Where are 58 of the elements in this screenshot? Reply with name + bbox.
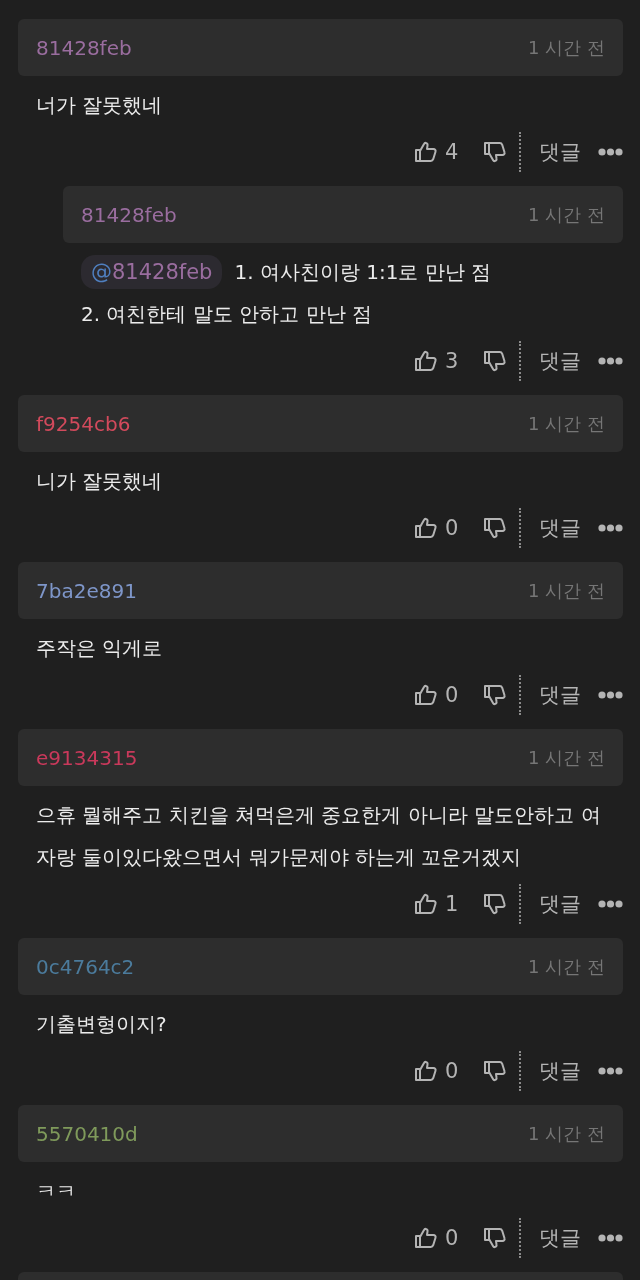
timestamp: 1 시간 전: [528, 1121, 605, 1146]
thumbs-up-icon[interactable]: [414, 1226, 438, 1250]
reply-button[interactable]: 댓글: [539, 138, 581, 166]
comment-text: ㅋㅋ: [35, 1178, 77, 1205]
comment-text: 니가 잘못했네: [35, 468, 164, 495]
comment-text: 주작은 익게로: [35, 635, 164, 662]
username[interactable]: 81428feb: [36, 35, 132, 60]
username[interactable]: 5570410d: [36, 1121, 138, 1146]
more-icon[interactable]: [598, 900, 623, 908]
username[interactable]: 0c4764c2: [36, 954, 135, 979]
like-count: 1: [445, 892, 459, 916]
username[interactable]: 7ba2e891: [36, 578, 137, 603]
reply-button[interactable]: 댓글: [539, 514, 581, 542]
timestamp: 1 시간 전: [528, 745, 605, 770]
more-icon[interactable]: [598, 1234, 623, 1242]
comment-text: 너가 잘못했네: [35, 92, 164, 119]
like-count: 3: [445, 349, 459, 373]
thumbs-up-icon[interactable]: [414, 683, 438, 707]
like-count: 0: [445, 1226, 459, 1250]
thumbs-down-icon[interactable]: [483, 140, 507, 164]
thumbs-up-icon[interactable]: [414, 516, 438, 540]
timestamp: 1 시간 전: [528, 411, 605, 436]
more-icon[interactable]: [598, 691, 623, 699]
like-count: 4: [445, 140, 459, 164]
reply-button[interactable]: 댓글: [539, 347, 581, 375]
thumbs-down-icon[interactable]: [483, 516, 507, 540]
thumbs-up-icon[interactable]: [414, 140, 438, 164]
timestamp: 1 시간 전: [528, 954, 605, 979]
comment-text: 기출변형이지?: [35, 1011, 168, 1038]
thumbs-up-icon[interactable]: [414, 349, 438, 373]
thumbs-down-icon[interactable]: [483, 1226, 507, 1250]
username[interactable]: 81428feb: [81, 202, 177, 227]
like-count: 0: [445, 1059, 459, 1083]
more-icon[interactable]: [598, 524, 623, 532]
timestamp: 1 시간 전: [528, 202, 605, 227]
like-count: 0: [445, 516, 459, 540]
comment-text: 2. 여친한테 말도 안하고 만난 점: [81, 301, 372, 328]
reply-button[interactable]: 댓글: [539, 890, 581, 918]
reply-button[interactable]: 댓글: [539, 681, 581, 709]
thumbs-up-icon[interactable]: [414, 892, 438, 916]
thumbs-down-icon[interactable]: [483, 1059, 507, 1083]
timestamp: 1 시간 전: [528, 578, 605, 603]
reply-button[interactable]: 댓글: [539, 1057, 581, 1085]
username[interactable]: e9134315: [36, 745, 138, 770]
comment-text: 으휴 뭘해주고 치킨을 쳐먹은게 중요한게 아니라 말도안하고 여자랑 둘이있다왔으면서 뭐가문제야 하는게 꼬운거겠지: [35, 802, 602, 871]
mention-tag[interactable]: @81428feb: [81, 255, 223, 289]
more-icon[interactable]: [598, 357, 623, 365]
more-icon[interactable]: [598, 148, 623, 156]
more-icon[interactable]: [598, 1067, 623, 1075]
thumbs-down-icon[interactable]: [483, 349, 507, 373]
username[interactable]: f9254cb6: [36, 411, 131, 436]
timestamp: 1 시간 전: [528, 35, 605, 60]
thumbs-down-icon[interactable]: [483, 892, 507, 916]
thumbs-up-icon[interactable]: [414, 1059, 438, 1083]
thumbs-down-icon[interactable]: [483, 683, 507, 707]
like-count: 0: [445, 683, 459, 707]
reply-button[interactable]: 댓글: [539, 1224, 581, 1252]
comment-text: 1. 여사친이랑 1:1로 만난 점: [234, 259, 492, 286]
